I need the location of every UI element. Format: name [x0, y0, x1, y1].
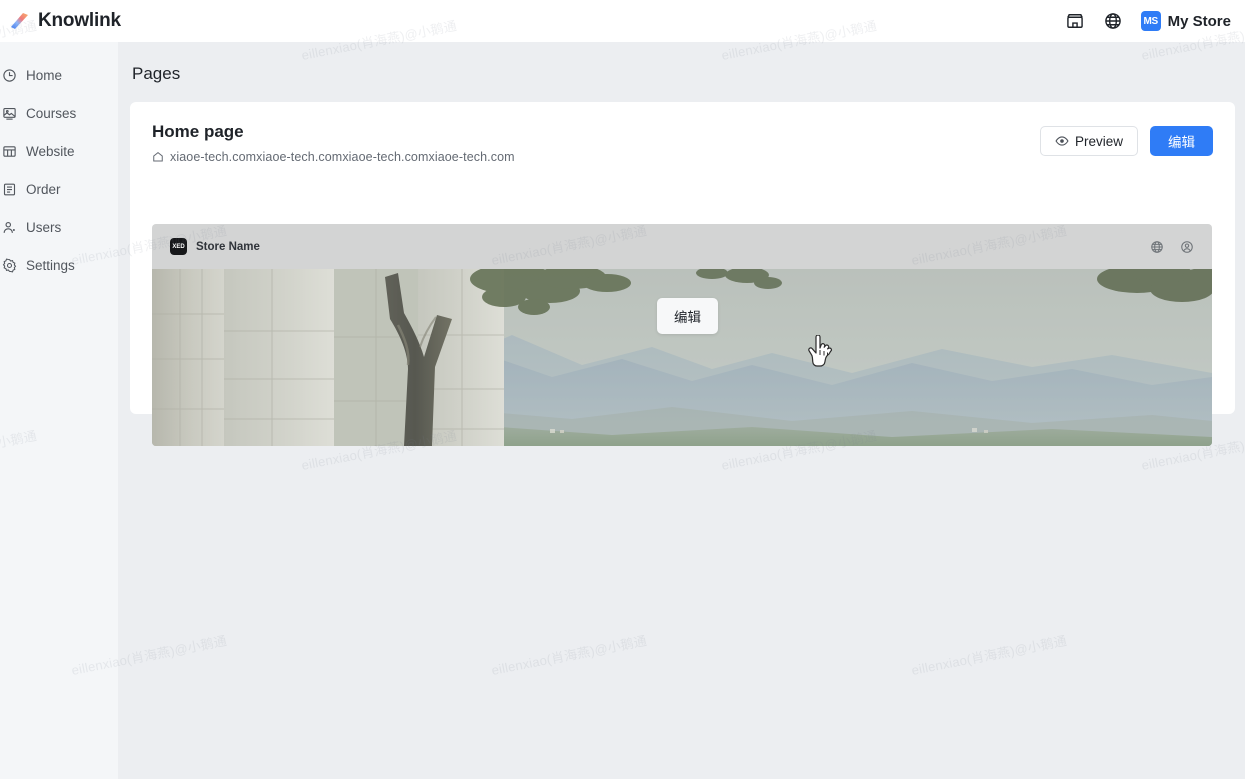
page-title: Pages: [132, 64, 181, 83]
card-url[interactable]: xiaoe-tech.comxiaoe-tech.comxiaoe-tech.c…: [152, 150, 515, 164]
card-actions: Preview 编辑: [1039, 122, 1213, 156]
sidebar-item-order[interactable]: Order: [0, 170, 118, 208]
settings-gear-icon: [2, 258, 17, 273]
sidebar-item-settings[interactable]: Settings: [0, 246, 118, 284]
avatar: MS: [1140, 11, 1161, 31]
brand[interactable]: Knowlink: [0, 10, 121, 32]
edit-button[interactable]: 编辑: [1150, 126, 1213, 156]
storefront-icon[interactable]: [1065, 11, 1085, 31]
sidebar-item-home[interactable]: Home: [0, 56, 118, 94]
sidebar-item-label: Courses: [26, 105, 77, 121]
home-clock-icon: [2, 68, 17, 83]
card-title: Home page: [152, 122, 244, 141]
sidebar-item-label: Users: [26, 219, 62, 235]
sidebar-item-website[interactable]: Website: [0, 132, 118, 170]
courses-image-icon: [2, 106, 17, 121]
hero-edit-button[interactable]: 编辑: [657, 298, 718, 334]
knowlink-gradient-logo-icon: [8, 10, 30, 32]
hero-overlay: [152, 269, 1212, 446]
preview-bar-icons: [1150, 240, 1194, 254]
preview-button-label: Preview: [1074, 133, 1123, 149]
sidebar: Home Courses Website Order Users Setting…: [0, 42, 118, 779]
card-url-text: xiaoe-tech.comxiaoe-tech.comxiaoe-tech.c…: [170, 150, 515, 164]
brand-name: Knowlink: [38, 10, 121, 31]
home-outline-icon: [152, 151, 164, 163]
page-card: Home page xiaoe-tech.comxiaoe-tech.comxi…: [130, 102, 1235, 446]
account-circle-icon[interactable]: [1180, 240, 1194, 254]
store-logo-icon: XED: [170, 238, 187, 255]
store-account-chip[interactable]: MS My Store: [1140, 11, 1231, 31]
top-bar: Knowlink MS My Store: [0, 0, 1245, 42]
main-content: Pages Home page xiaoe-tech.comxiaoe-tech…: [118, 42, 1245, 779]
globe-circle-icon[interactable]: [1150, 240, 1164, 254]
sidebar-item-label: Website: [26, 143, 75, 159]
eye-icon: [1055, 134, 1069, 148]
sidebar-item-courses[interactable]: Courses: [0, 94, 118, 132]
preview-store-bar: XED Store Name: [152, 224, 1212, 269]
website-window-icon: [2, 144, 17, 159]
globe-icon[interactable]: [1103, 11, 1123, 31]
preview-button[interactable]: Preview: [1039, 126, 1138, 156]
sidebar-item-label: Order: [26, 181, 61, 197]
order-clipboard-icon: [2, 182, 17, 197]
card-header: Home page xiaoe-tech.comxiaoe-tech.comxi…: [130, 102, 1235, 164]
site-preview: XED Store Name 编辑: [152, 224, 1212, 446]
sidebar-item-label: Settings: [26, 257, 75, 273]
card-title-group: Home page xiaoe-tech.comxiaoe-tech.comxi…: [152, 122, 515, 164]
preview-store-name: Store Name: [196, 240, 260, 253]
store-name-label: My Store: [1167, 12, 1231, 30]
users-person-icon: [2, 220, 17, 235]
top-bar-actions: MS My Store: [1065, 11, 1245, 31]
sidebar-item-label: Home: [26, 67, 63, 83]
sidebar-item-users[interactable]: Users: [0, 208, 118, 246]
hero-banner[interactable]: 编辑: [152, 269, 1212, 446]
